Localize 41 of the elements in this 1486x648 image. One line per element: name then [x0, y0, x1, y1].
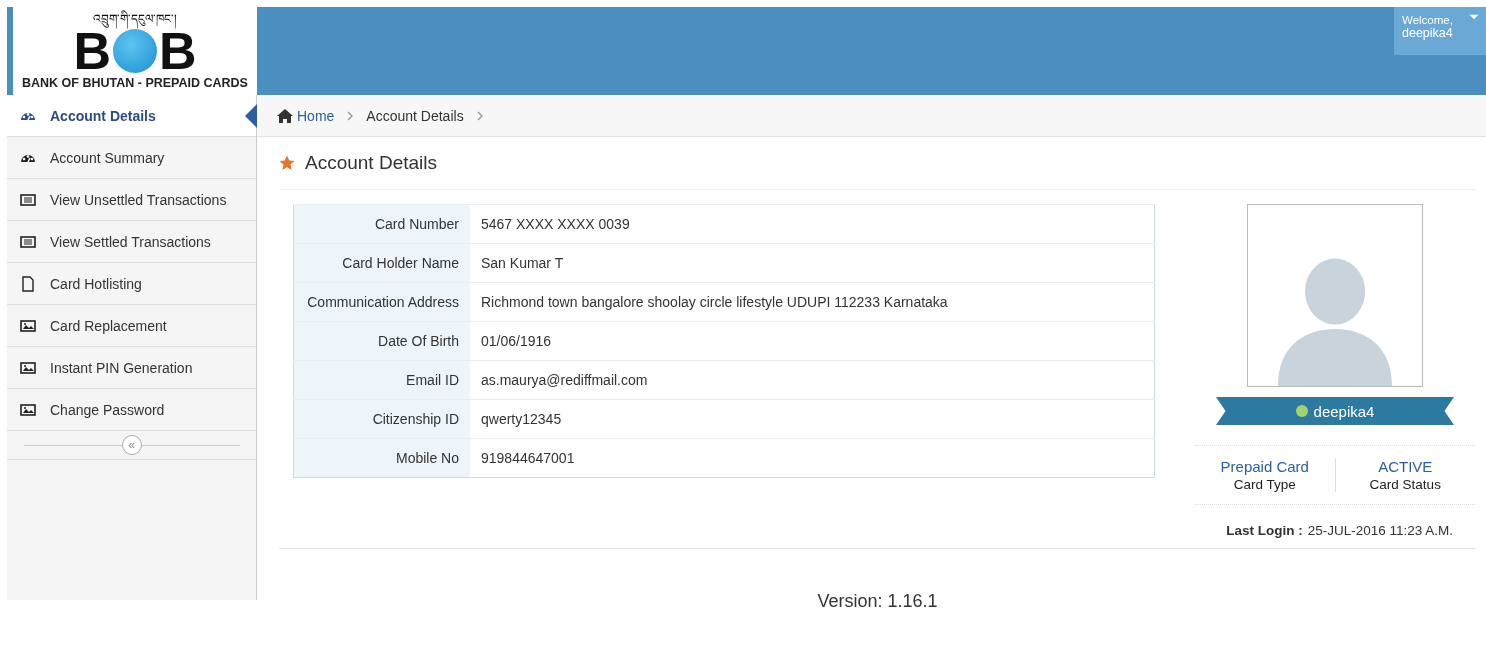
field-value: Richmond town bangalore shoolay circle lifestyle UDUPI 112233 Karnataka [470, 282, 1155, 322]
image-icon [20, 359, 36, 376]
username: deepika4 [1402, 26, 1453, 40]
page-title: Account Details [305, 152, 437, 174]
field-label: Card Holder Name [293, 243, 470, 283]
username-ribbon: deepika4 [1216, 397, 1454, 425]
field-label: Card Number [293, 204, 470, 244]
image-icon [20, 401, 36, 418]
field-label: Date Of Birth [293, 321, 470, 361]
home-icon [277, 107, 293, 124]
logo-letter: B [159, 27, 197, 75]
breadcrumb-item: Account Details [366, 107, 464, 124]
collapse-button[interactable]: « [121, 435, 142, 455]
field-value: 919844647001 [470, 438, 1155, 478]
list-icon [20, 233, 36, 250]
welcome-text: Welcome, [1402, 14, 1453, 26]
sidebar-item[interactable]: Account Details [7, 95, 256, 137]
star-icon [279, 155, 295, 171]
stat-value: ACTIVE [1378, 458, 1433, 475]
globe-icon [113, 29, 157, 73]
field-value: San Kumar T [470, 243, 1155, 283]
document-icon [20, 275, 36, 292]
field-label: Communication Address [293, 282, 470, 322]
list-icon [20, 191, 36, 208]
image-icon [20, 317, 36, 334]
last-login-time: 25-JUL-2016 11:23 A.M. [1307, 523, 1453, 538]
last-login-label: Last Login : [1226, 523, 1303, 538]
field-label: Citizenship ID [293, 399, 470, 439]
field-value: 01/06/1916 [470, 321, 1155, 361]
field-value: as.maurya@rediffmail.com [470, 360, 1155, 400]
field-value: qwerty12345 [470, 399, 1155, 439]
field-label: Mobile No [293, 438, 470, 478]
field-label: Email ID [293, 360, 470, 400]
field-value: 5467 XXXX XXXX 0039 [470, 204, 1155, 244]
stat-label: Card Status [1369, 477, 1441, 492]
home-link[interactable]: Home [277, 107, 335, 124]
logo-letter: B [73, 27, 111, 75]
logo-subtitle: BANK OF BHUTAN - PREPAID CARDS [22, 76, 248, 90]
stat-value: Prepaid Card [1220, 458, 1309, 475]
stat-label: Card Type [1233, 477, 1296, 492]
version-text: Version: 1.16.1 [816, 591, 939, 612]
